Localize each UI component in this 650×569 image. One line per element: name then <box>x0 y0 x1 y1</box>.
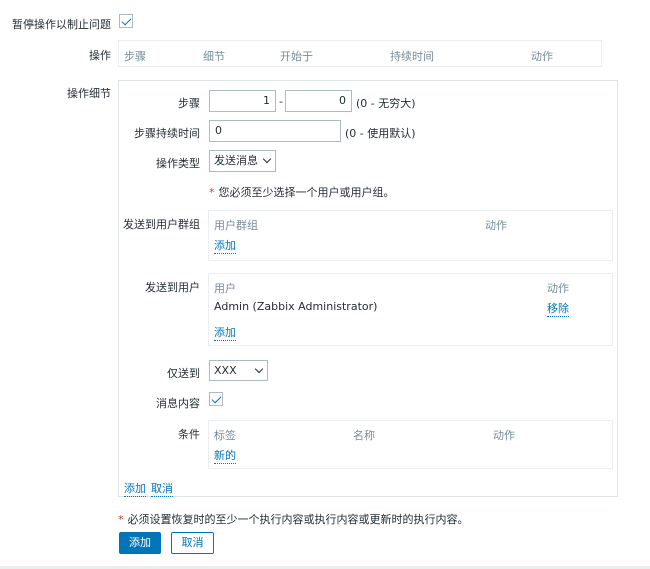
footer-required-note-text: 必须设置恢复时的至少一个执行内容或执行内容或更新时的执行内容。 <box>127 513 469 526</box>
column-header-user: 用户 <box>214 282 236 295</box>
column-header-action: 动作 <box>547 282 569 295</box>
column-header-action: 动作 <box>485 219 507 232</box>
chevron-down-icon <box>254 364 264 374</box>
chevron-down-icon <box>262 154 272 164</box>
column-header-start-in: 开始于 <box>280 50 313 63</box>
send-to-users-label: 发送到用户 <box>145 281 200 294</box>
new-condition-link[interactable]: 新的 <box>214 447 236 464</box>
add-user-link[interactable]: 添加 <box>214 324 236 341</box>
users-table: 用户 动作 Admin (Zabbix Administrator) 移除 添加 <box>208 273 613 346</box>
step-duration-hint: (0 - 使用默认) <box>345 127 416 140</box>
cancel-button[interactable]: 取消 <box>171 532 214 554</box>
conditions-label: 条件 <box>178 428 200 441</box>
steps-hint: (0 - 无穷大) <box>356 97 416 110</box>
required-note-text: 您必须至少选择一个用户或用户组。 <box>218 186 395 199</box>
operations-label: 操作 <box>89 49 111 62</box>
step-to-input[interactable]: 0 <box>285 90 352 112</box>
steps-label: 步骤 <box>178 97 200 110</box>
operations-table: 步骤 细节 开始于 持续时间 动作 <box>118 40 602 67</box>
conditions-table: 标签 名称 动作 新的 <box>208 420 613 469</box>
send-only-to-value: XXX <box>214 364 237 377</box>
required-note: * 您必须至少选择一个用户或用户组。 <box>209 184 395 200</box>
column-header-action: 动作 <box>531 50 553 63</box>
send-to-user-groups-label: 发送到用户群组 <box>123 218 200 231</box>
step-duration-label: 步骤持续时间 <box>134 127 200 140</box>
message-content-label: 消息内容 <box>156 397 200 410</box>
pause-operations-checkbox[interactable] <box>119 14 133 28</box>
step-range-separator: - <box>279 95 283 108</box>
user-groups-table: 用户群组 动作 添加 <box>208 210 613 261</box>
send-only-to-label: 仅送到 <box>167 367 200 380</box>
column-header-user-group: 用户群组 <box>214 219 258 232</box>
column-header-label: 标签 <box>214 429 236 442</box>
operation-type-select[interactable]: 发送消息 <box>209 150 276 172</box>
send-only-to-select[interactable]: XXX <box>209 360 268 381</box>
add-user-group-link[interactable]: 添加 <box>214 237 236 254</box>
column-header-action: 动作 <box>493 429 515 442</box>
remove-user-link[interactable]: 移除 <box>547 300 569 317</box>
column-header-name: 名称 <box>353 429 375 442</box>
checkmark-icon <box>211 393 222 404</box>
user-row-name: Admin (Zabbix Administrator) <box>214 300 378 313</box>
checkmark-icon <box>121 15 132 26</box>
column-header-duration: 持续时间 <box>390 50 434 63</box>
footer-required-note: * 必须设置恢复时的至少一个执行内容或执行内容或更新时的执行内容。 <box>118 511 469 527</box>
details-add-link[interactable]: 添加 <box>124 480 146 497</box>
column-header-step: 步骤 <box>124 50 146 63</box>
column-header-details: 细节 <box>203 50 225 63</box>
pause-operations-label: 暂停操作以制止问题 <box>12 18 111 31</box>
message-content-checkbox[interactable] <box>209 392 223 406</box>
step-from-input[interactable]: 1 <box>209 90 276 112</box>
operation-type-label: 操作类型 <box>156 157 200 170</box>
step-duration-input[interactable]: 0 <box>209 120 341 142</box>
required-asterisk-icon: * <box>118 513 124 526</box>
operation-type-value: 发送消息 <box>214 154 258 167</box>
add-button[interactable]: 添加 <box>119 532 161 554</box>
required-asterisk-icon: * <box>209 186 215 199</box>
operation-details-label: 操作细节 <box>67 87 111 100</box>
details-cancel-link[interactable]: 取消 <box>151 480 173 497</box>
